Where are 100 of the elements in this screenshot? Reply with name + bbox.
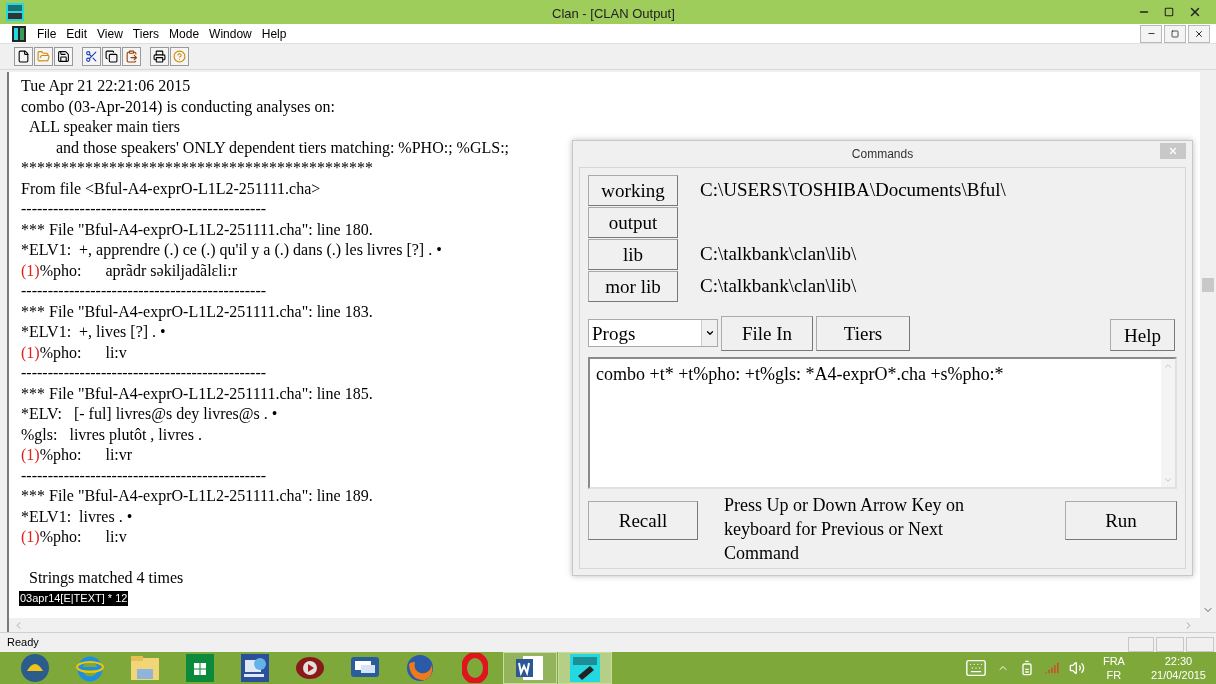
network-icon[interactable] xyxy=(1044,661,1059,675)
clan-app-icon xyxy=(570,654,600,682)
caret-icon xyxy=(704,328,715,338)
output-line: *ELV1: +, lives [?] . • xyxy=(20,322,166,342)
run-button[interactable]: Run xyxy=(1065,501,1177,540)
scroll-down-icon[interactable] xyxy=(1163,475,1173,485)
menu-item[interactable]: Edit xyxy=(61,24,93,43)
scrollbar-thumb[interactable] xyxy=(1202,278,1214,292)
toolbar-button[interactable] xyxy=(150,47,169,66)
app-icon xyxy=(6,3,24,21)
status-panel xyxy=(1128,637,1154,652)
media-player-icon xyxy=(295,654,325,682)
scroll-up-icon[interactable] xyxy=(1163,361,1173,371)
output-line: *** File "Bful-A4-exprO-L1L2-251111.cha": line 185. xyxy=(20,383,373,404)
output-line: *** File "Bful-A4-exprO-L1L2-251111.cha": line 180. xyxy=(20,219,373,240)
close-icon[interactable] xyxy=(1188,5,1202,19)
scissors-icon xyxy=(85,50,98,63)
open-folder-icon xyxy=(37,50,50,63)
tier-value: aprãdr səkiljadãlɛli:r xyxy=(105,260,237,281)
output-line: *** File "Bful-A4-exprO-L1L2-251111.cha": line 189. xyxy=(20,486,373,507)
dialog-title: Commands xyxy=(851,146,914,163)
output-line: ******************************************** xyxy=(20,158,373,178)
help-icon xyxy=(173,50,186,63)
match-marker: (1) xyxy=(21,260,40,281)
directory-path: C:\USERS\TOSHIBA\Documents\Bful\ xyxy=(700,178,1006,202)
directory-path: C:\talkbank\clan\lib\ xyxy=(700,273,857,298)
status-panel xyxy=(1156,637,1184,652)
close-icon xyxy=(1194,28,1204,39)
toolbar-button[interactable] xyxy=(14,47,33,66)
word-document-icon xyxy=(515,654,545,682)
output-line: combo (03-Apr-2014) is conducting analyses on: xyxy=(20,96,335,117)
minimize-button[interactable] xyxy=(1140,24,1162,43)
toolbar-button[interactable] xyxy=(82,47,101,66)
menu-item[interactable]: View xyxy=(92,24,128,43)
output-line: Tue Apr 21 22:21:06 2015 xyxy=(20,76,191,97)
store-icon xyxy=(186,654,214,682)
match-marker: (1) xyxy=(21,445,40,466)
output-line: ---------------------------------------------- xyxy=(20,199,267,219)
output-line: *ELV: [- ful] livres@s dey livres@s . • xyxy=(20,404,278,425)
taskbar-app-button[interactable] xyxy=(503,652,557,684)
output-line: *ELV1: +, apprendre (.) ce (.) qu'il y a (.) dans (.) les livres [?] . • xyxy=(20,240,442,261)
status-text: Ready xyxy=(7,635,39,651)
progs-dropdown[interactable]: Progs xyxy=(588,319,718,347)
command-field[interactable]: combo +t* +t%pho: +t%gls: *A4-exprO*.cha +s%pho:* xyxy=(588,357,1177,489)
directory-button[interactable]: output xyxy=(588,206,678,238)
directory-path: C:\talkbank\clan\lib\ xyxy=(700,241,857,266)
tier-value: li:v xyxy=(105,527,127,547)
toolbar-button[interactable] xyxy=(102,47,121,66)
output-line: *** File "Bful-A4-exprO-L1L2-251111.cha": line 183. xyxy=(20,301,373,322)
keyboard-icon[interactable] xyxy=(964,657,987,679)
toolbar-button[interactable] xyxy=(54,47,73,66)
status-panel xyxy=(1186,637,1214,652)
paste-icon xyxy=(125,50,138,63)
folder-icon xyxy=(130,655,160,681)
close-icon xyxy=(1168,146,1178,156)
directory-button[interactable]: working xyxy=(588,174,678,206)
output-line: From file <Bful-A4-exprO-L1L2-251111.cha> xyxy=(20,178,321,199)
tier-label: %pho: xyxy=(39,527,82,548)
directory-button[interactable]: lib xyxy=(588,238,678,270)
toolbar-button[interactable] xyxy=(122,47,141,66)
remote-desktop-icon xyxy=(241,654,269,682)
tier-value: li:vr xyxy=(105,445,133,465)
output-line: ---------------------------------------------- xyxy=(20,465,267,486)
menu-item[interactable]: Help xyxy=(256,24,292,43)
output-line: Strings matched 4 times xyxy=(28,568,184,589)
output-line: ---------------------------------------------- xyxy=(20,281,267,301)
copy-icon xyxy=(105,50,118,63)
volume-icon[interactable] xyxy=(1068,660,1085,676)
recall-button[interactable]: Recall xyxy=(588,501,698,540)
help-button[interactable]: Help xyxy=(1110,319,1175,351)
close-button[interactable] xyxy=(1188,24,1210,43)
document-icon xyxy=(12,25,26,42)
taskbar-app-button[interactable] xyxy=(558,652,612,684)
match-marker: (1) xyxy=(21,527,40,548)
menu-item[interactable]: Mode xyxy=(164,24,205,43)
output-line: *ELV1: livres . • xyxy=(20,506,133,527)
menu-item[interactable]: File xyxy=(32,24,62,43)
recall-hint: Press Up or Down Arrow Key on keyboard for Previous or Next Command xyxy=(724,494,965,565)
output-line: ALL speaker main tiers xyxy=(28,117,180,138)
tier-label: %pho: xyxy=(39,445,82,466)
output-line: and those speakers' ONLY dependent tiers matching: %PHO:; %GLS:; xyxy=(55,137,510,158)
file-in-button[interactable]: File In xyxy=(721,315,813,351)
window-title: Clan - [CLAN Output] xyxy=(552,5,675,23)
menu-item[interactable]: Tiers xyxy=(127,24,165,43)
output-line: %gls: livres plutôt , livres . xyxy=(20,424,202,445)
tiers-button[interactable]: Tiers xyxy=(816,315,910,351)
firefox-icon xyxy=(405,653,435,683)
save-icon xyxy=(57,50,70,63)
directory-button[interactable]: mor lib xyxy=(588,270,678,302)
match-marker: (1) xyxy=(21,342,40,363)
print-icon xyxy=(153,50,166,63)
opera-icon xyxy=(462,653,488,683)
restore-icon xyxy=(1171,29,1179,38)
tier-label: %pho: xyxy=(39,342,82,363)
vertical-scrollbar[interactable] xyxy=(1200,72,1216,618)
restore-icon[interactable] xyxy=(1164,7,1174,17)
shell-icon xyxy=(20,653,50,683)
menu-item[interactable]: Window xyxy=(204,24,257,43)
tier-label: %pho: xyxy=(39,260,82,281)
field-scrollbar[interactable] xyxy=(1161,359,1175,487)
